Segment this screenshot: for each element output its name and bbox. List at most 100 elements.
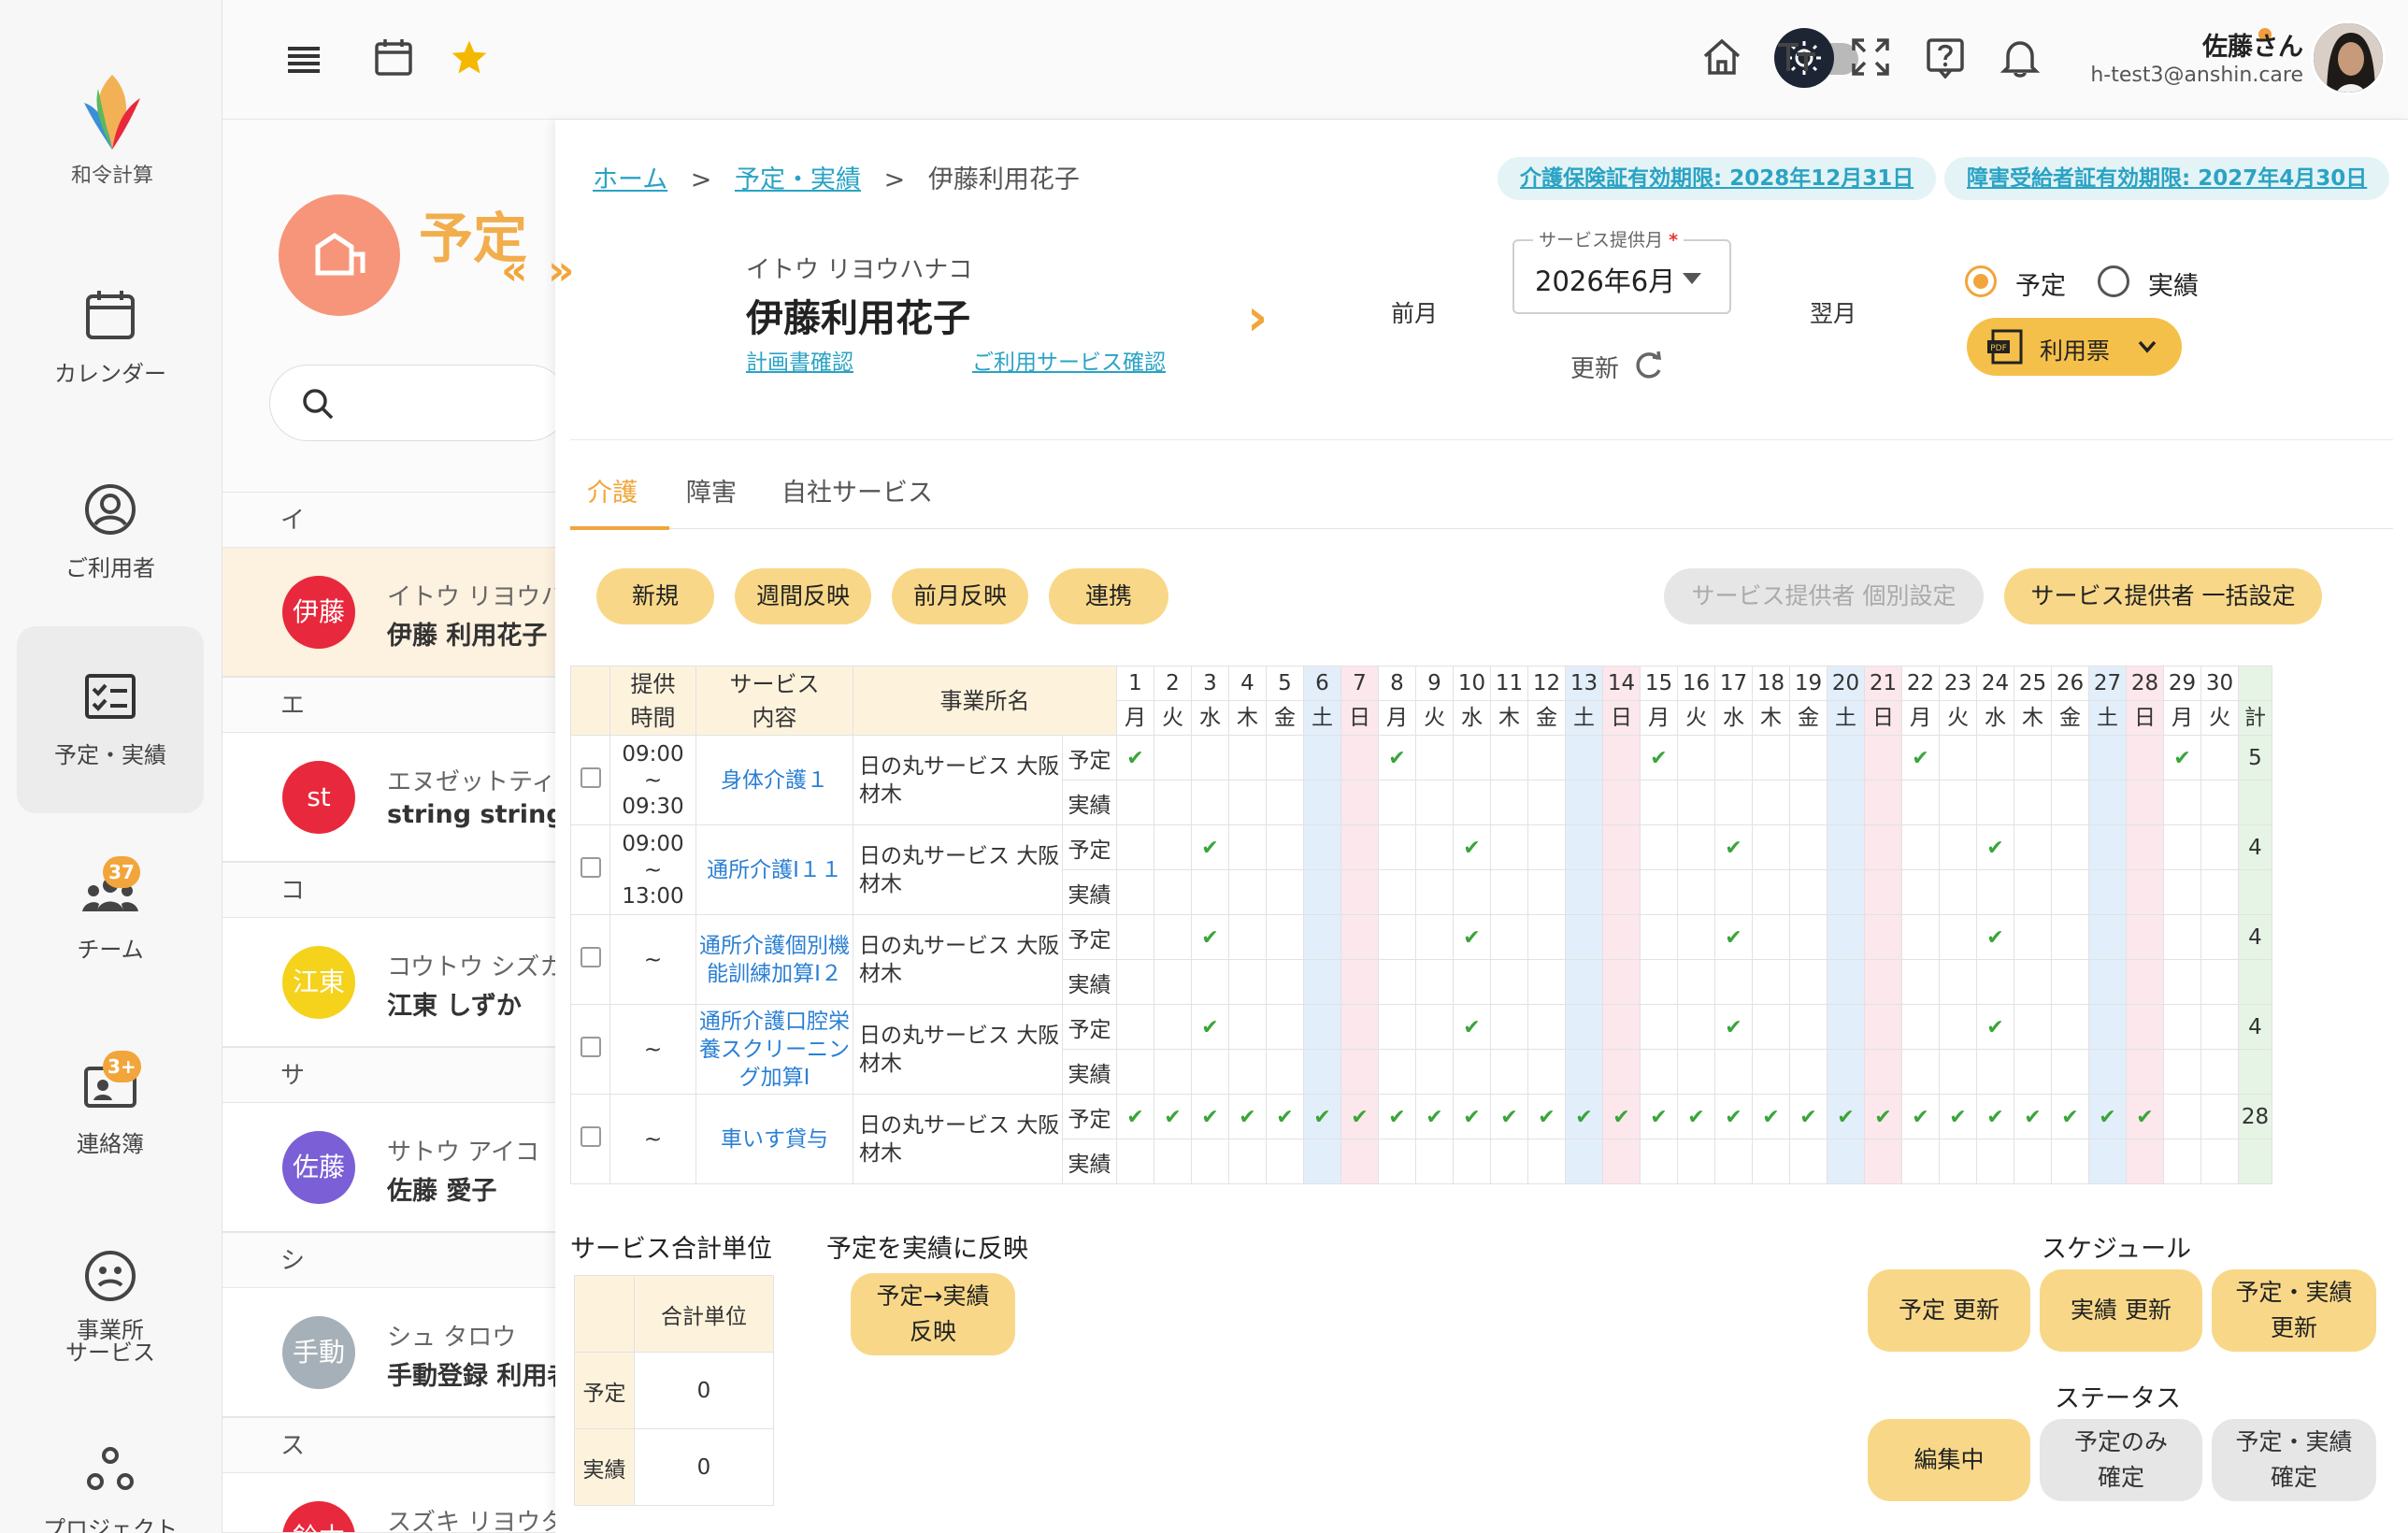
actual-day-cell[interactable] — [1266, 1139, 1304, 1184]
actual-day-cell[interactable] — [1939, 1049, 1977, 1095]
actual-day-cell[interactable] — [1378, 869, 1416, 915]
row-select-cell[interactable] — [570, 1004, 610, 1095]
plan-day-cell[interactable] — [2163, 1094, 2201, 1139]
tab-care[interactable]: 介護 — [587, 472, 638, 509]
actual-day-cell[interactable] — [1303, 959, 1341, 1005]
service-check-link[interactable]: ご利用サービス確認 — [972, 344, 1166, 376]
actual-day-cell[interactable] — [1565, 869, 1603, 915]
actual-day-cell[interactable] — [2126, 869, 2164, 915]
plan-day-cell[interactable]: ✔ — [1378, 735, 1416, 781]
insurance-expiry-pill[interactable]: 介護保険証有効期限: 2028年12月31日 — [1498, 157, 1937, 200]
plan-day-cell[interactable] — [1565, 824, 1603, 870]
plan-day-cell[interactable]: ✔ — [1640, 1094, 1678, 1139]
plan-day-cell[interactable] — [1527, 824, 1566, 870]
actual-day-cell[interactable] — [1714, 780, 1753, 825]
actual-day-cell[interactable] — [1116, 869, 1154, 915]
nav-office-service[interactable]: 事業所 サービス — [17, 1206, 204, 1393]
plan-day-cell[interactable] — [2126, 1004, 2164, 1050]
actual-day-cell[interactable] — [1640, 869, 1678, 915]
list-item[interactable]: 江東 コウトウ シズカ 江東 しずか — [222, 918, 555, 1047]
plan-day-cell[interactable]: ✔ — [1303, 1094, 1341, 1139]
nav-clients[interactable]: ご利用者 — [17, 439, 204, 626]
actual-day-cell[interactable] — [1191, 1139, 1229, 1184]
actual-day-cell[interactable] — [2088, 959, 2127, 1005]
month-select[interactable]: サービス提供月 * 2026年6月 — [1512, 226, 1731, 314]
actual-day-cell[interactable] — [1303, 869, 1341, 915]
actual-day-cell[interactable] — [1228, 959, 1267, 1005]
actual-day-cell[interactable] — [1602, 1049, 1641, 1095]
plan-day-cell[interactable] — [2200, 735, 2239, 781]
plan-day-cell[interactable] — [2200, 914, 2239, 960]
plan-day-cell[interactable] — [1789, 1004, 1828, 1050]
actual-day-cell[interactable] — [1490, 959, 1528, 1005]
plan-day-cell[interactable]: ✔ — [1154, 1094, 1192, 1139]
plan-day-cell[interactable]: ✔ — [1752, 1094, 1790, 1139]
plan-day-cell[interactable] — [1527, 1004, 1566, 1050]
user-avatar[interactable] — [2311, 21, 2386, 95]
plan-day-cell[interactable] — [1490, 824, 1528, 870]
fullscreen-icon[interactable] — [1851, 37, 1890, 77]
actual-day-cell[interactable] — [1490, 1049, 1528, 1095]
actual-day-cell[interactable] — [2163, 959, 2201, 1005]
actual-day-cell[interactable] — [2126, 780, 2164, 825]
plan-day-cell[interactable] — [2051, 735, 2089, 781]
actual-day-cell[interactable] — [1864, 1049, 1902, 1095]
plan-day-cell[interactable]: ✔ — [2088, 1094, 2127, 1139]
plan-day-cell[interactable] — [1714, 735, 1753, 781]
actual-day-cell[interactable] — [1527, 869, 1566, 915]
service-name-link[interactable]: 通所介護口腔栄養スクリーニング加算Ⅰ — [695, 1004, 853, 1095]
plan-day-cell[interactable]: ✔ — [1901, 1094, 1940, 1139]
actual-day-cell[interactable] — [1827, 959, 1865, 1005]
actual-day-cell[interactable] — [1976, 1049, 2014, 1095]
actual-day-cell[interactable] — [2088, 1139, 2127, 1184]
nav-schedule[interactable]: 予定・実績 — [17, 626, 204, 813]
prev-month-reflect-button[interactable]: 前月反映 — [892, 568, 1028, 624]
plan-day-cell[interactable] — [1378, 914, 1416, 960]
plan-day-cell[interactable] — [1864, 735, 1902, 781]
actual-day-cell[interactable] — [1490, 869, 1528, 915]
actual-day-cell[interactable] — [2200, 1049, 2239, 1095]
bell-icon[interactable] — [2000, 37, 2040, 79]
row-checkbox[interactable] — [580, 1036, 601, 1057]
expand-icon[interactable]: » — [548, 247, 574, 294]
plan-day-cell[interactable] — [1939, 914, 1977, 960]
actual-day-cell[interactable] — [1752, 959, 1790, 1005]
actual-day-cell[interactable] — [1640, 780, 1678, 825]
plan-day-cell[interactable]: ✔ — [1191, 1094, 1229, 1139]
actual-day-cell[interactable] — [1864, 1139, 1902, 1184]
plan-day-cell[interactable] — [1228, 1004, 1267, 1050]
plan-day-cell[interactable] — [1340, 914, 1379, 960]
nav-calendar[interactable]: カレンダー — [17, 245, 204, 432]
list-item[interactable]: 伊藤 イトウ リヨウハナコ 伊藤 利用花子 — [222, 548, 555, 677]
breadcrumb-home[interactable]: ホーム — [593, 165, 667, 194]
plan-day-cell[interactable] — [1266, 914, 1304, 960]
plan-day-cell[interactable] — [1527, 914, 1566, 960]
list-item[interactable]: 佐藤 サトウ アイコ 佐藤 愛子 — [222, 1103, 555, 1232]
plan-day-cell[interactable] — [1415, 1004, 1454, 1050]
actual-day-cell[interactable] — [1677, 1139, 1715, 1184]
actual-day-cell[interactable] — [2014, 959, 2052, 1005]
plan-day-cell[interactable] — [2014, 1004, 2052, 1050]
plan-day-cell[interactable]: ✔ — [1677, 1094, 1715, 1139]
actual-day-cell[interactable] — [1789, 959, 1828, 1005]
actual-day-cell[interactable] — [1640, 1139, 1678, 1184]
actual-day-cell[interactable] — [2051, 869, 2089, 915]
actual-day-cell[interactable] — [1752, 1049, 1790, 1095]
plan-day-cell[interactable] — [2163, 1004, 2201, 1050]
actual-day-cell[interactable] — [2200, 959, 2239, 1005]
plan-day-cell[interactable] — [1640, 1004, 1678, 1050]
plan-day-cell[interactable] — [1901, 1004, 1940, 1050]
actual-day-cell[interactable] — [1976, 780, 2014, 825]
row-select-cell[interactable] — [570, 914, 610, 1005]
service-name-link[interactable]: 通所介護個別機能訓練加算Ⅰ２ — [695, 914, 853, 1005]
plan-day-cell[interactable] — [1901, 914, 1940, 960]
plan-day-cell[interactable] — [2088, 735, 2127, 781]
collapse-icon[interactable]: « — [501, 247, 527, 294]
usage-slip-button[interactable]: PDF 利用票 — [1967, 318, 2182, 376]
actual-day-cell[interactable] — [1827, 1139, 1865, 1184]
plan-day-cell[interactable] — [1789, 735, 1828, 781]
actual-day-cell[interactable] — [1602, 1139, 1641, 1184]
actual-day-cell[interactable] — [1565, 780, 1603, 825]
actual-day-cell[interactable] — [1266, 1049, 1304, 1095]
star-icon[interactable] — [449, 37, 490, 77]
